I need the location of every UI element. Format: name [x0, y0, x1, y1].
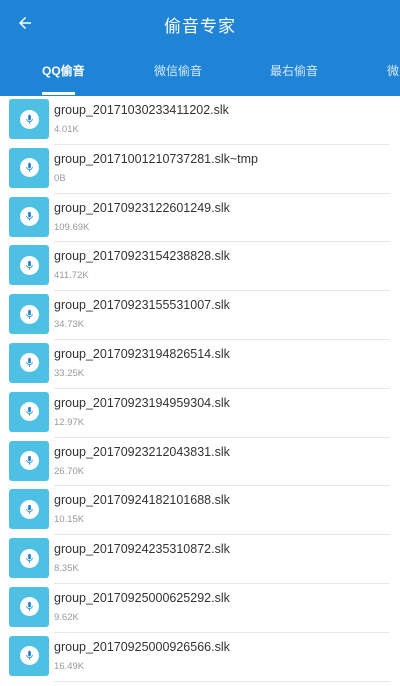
list-item[interactable]: group_20170923194959304.slk 12.97K: [0, 389, 400, 438]
list-item[interactable]: group_20171030233411202.slk 4.01K: [0, 96, 400, 145]
file-name: group_20170923194826514.slk: [54, 346, 230, 361]
row-divider: [54, 680, 390, 682]
list-item[interactable]: group_20170923122601249.slk 109.69K: [0, 194, 400, 243]
file-size: 16.49K: [54, 660, 85, 672]
file-thumbnail: [9, 245, 49, 286]
file-size: 33.25K: [54, 367, 85, 379]
file-size: 10.15K: [54, 514, 85, 526]
microphone-icon: [25, 309, 33, 319]
file-thumbnail: [9, 391, 49, 432]
file-thumbnail: [9, 196, 49, 237]
microphone-badge: [19, 353, 39, 373]
file-thumbnail: [9, 538, 49, 579]
list-item[interactable]: group_20170925000625292.slk 9.62K: [0, 584, 400, 633]
file-name: group_20170923154238828.slk: [54, 249, 230, 264]
microphone-icon: [25, 553, 33, 563]
tab-partial[interactable]: 微: [387, 62, 399, 96]
microphone-badge: [19, 597, 39, 617]
file-size: 12.97K: [54, 416, 85, 428]
list-item[interactable]: group_20170923194826514.slk 33.25K: [0, 340, 400, 389]
file-name: group_20170923212043831.slk: [54, 444, 230, 459]
file-name: group_20170923194959304.slk: [54, 395, 230, 410]
file-thumbnail: [9, 489, 49, 530]
file-size: 411.72K: [54, 270, 89, 282]
list-item[interactable]: group_20170923155531007.slk 34.73K: [0, 291, 400, 340]
tab-zuiyou[interactable]: 最右偷音: [270, 62, 318, 96]
microphone-badge: [19, 548, 39, 568]
file-size: 4.01K: [54, 124, 79, 135]
file-name: group_20171030233411202.slk: [54, 103, 229, 117]
list-item[interactable]: group_20170923212043831.slk 26.70K: [0, 438, 400, 487]
microphone-icon: [25, 358, 33, 368]
file-size: 8.35K: [54, 563, 79, 575]
file-size: 0B: [54, 172, 66, 184]
list-item[interactable]: group_20170923154238828.slk 411.72K: [0, 242, 400, 292]
file-size: 34.73K: [54, 319, 85, 331]
file-name: group_20170925000926566.slk: [54, 639, 230, 654]
file-thumbnail: [9, 635, 49, 676]
microphone-badge: [19, 646, 39, 666]
file-name: group_20170923155531007.slk: [54, 298, 230, 313]
microphone-badge: [19, 451, 39, 471]
file-list: group_20171030233411202.slk 4.01K group_…: [0, 96, 400, 682]
app-screen: 偷音专家 QQ偷音 微信偷音 最右偷音 微 group_201710302334…: [0, 0, 400, 686]
file-thumbnail: [9, 147, 49, 188]
microphone-badge: [19, 402, 39, 422]
microphone-icon: [25, 212, 33, 221]
microphone-icon: [25, 114, 33, 124]
microphone-badge: [19, 158, 39, 178]
list-item[interactable]: group_20171001210737281.slk~tmp 0B: [0, 145, 400, 194]
file-size: 109.69K: [54, 221, 90, 233]
file-name: group_20171001210737281.slk~tmp: [54, 151, 258, 166]
microphone-badge: [19, 207, 39, 227]
microphone-icon: [25, 602, 33, 612]
list-item[interactable]: group_20170924235310872.slk 8.35K: [0, 535, 400, 584]
microphone-icon: [25, 651, 33, 660]
microphone-badge: [19, 304, 39, 324]
list-item[interactable]: group_20170924182101688.slk 10.15K: [0, 486, 400, 536]
microphone-badge: [19, 499, 39, 519]
microphone-badge: [19, 255, 39, 275]
microphone-icon: [25, 260, 33, 270]
active-tab-indicator: [42, 92, 75, 95]
file-thumbnail: [9, 342, 49, 383]
list-item[interactable]: group_20170925000926566.slk 16.49K: [0, 633, 400, 682]
tab-bar: QQ偷音 微信偷音 最右偷音 微: [0, 62, 400, 96]
file-name: group_20170923122601249.slk: [54, 200, 230, 215]
file-name: group_20170924182101688.slk: [54, 493, 230, 508]
tab-wechat[interactable]: 微信偷音: [154, 62, 202, 96]
file-name: group_20170925000625292.slk: [54, 590, 230, 605]
microphone-icon: [25, 455, 33, 465]
file-thumbnail: [9, 294, 49, 335]
microphone-icon: [25, 407, 33, 416]
microphone-icon: [25, 163, 33, 172]
file-size: 26.70K: [54, 465, 85, 477]
file-name: group_20170924235310872.slk: [54, 542, 230, 557]
microphone-badge: [19, 109, 39, 129]
file-thumbnail: [9, 99, 49, 139]
file-thumbnail: [9, 586, 49, 627]
file-size: 9.62K: [54, 611, 79, 623]
microphone-icon: [25, 504, 33, 514]
page-title: 偷音专家: [164, 17, 236, 36]
tab-qq[interactable]: QQ偷音: [42, 62, 85, 96]
file-thumbnail: [9, 440, 49, 481]
app-bar: 偷音专家 QQ偷音 微信偷音 最右偷音 微: [0, 0, 400, 96]
